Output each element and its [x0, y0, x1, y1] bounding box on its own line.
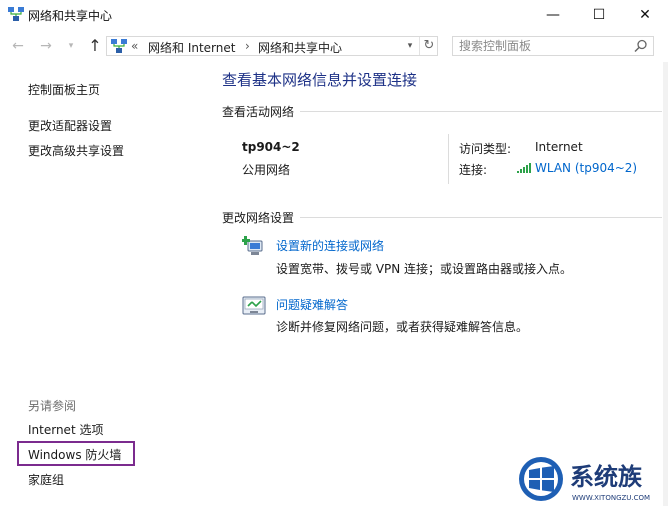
watermark-url: WWW.XITONGZU.COM: [572, 494, 650, 502]
forward-arrow-icon: →: [40, 38, 52, 54]
back-button[interactable]: ←: [9, 38, 27, 54]
sidebar: 控制面板主页 更改适配器设置 更改高级共享设置 另请参阅 Internet 选项…: [0, 62, 210, 506]
minimize-icon: —: [546, 7, 560, 23]
sidebar-link-internet-options[interactable]: Internet 选项: [28, 421, 103, 438]
window-title: 网络和共享中心: [28, 9, 113, 23]
troubleshoot-link[interactable]: 问题疑难解答: [276, 296, 348, 313]
site-watermark: 系统族 WWW.XITONGZU.COM: [516, 452, 668, 506]
connection-link[interactable]: WLAN (tp904~2): [517, 161, 637, 175]
minimize-button[interactable]: —: [530, 0, 576, 30]
recent-locations-button[interactable]: ▾: [62, 38, 80, 54]
navigation-bar: ← → ▾ ↑ « 网络和 Internet › 网络和共享中心 ▾ ↻: [0, 30, 668, 62]
sidebar-link-control-panel-home[interactable]: 控制面板主页: [28, 81, 100, 98]
main-content: 查看基本网络信息并设置连接 查看活动网络 tp904~2 公用网络 访问类型: …: [222, 62, 662, 506]
up-arrow-icon: ↑: [88, 36, 102, 55]
maximize-icon: ☐: [592, 7, 606, 23]
connection-label: 连接:: [459, 163, 488, 177]
change-settings-title: 更改网络设置: [222, 209, 301, 226]
search-input[interactable]: [459, 38, 629, 54]
chevron-down-icon: ▾: [68, 41, 74, 51]
forward-button[interactable]: →: [37, 38, 55, 54]
access-type-value: Internet: [535, 140, 583, 154]
sidebar-link-homegroup[interactable]: 家庭组: [28, 471, 64, 488]
breadcrumb-network-internet[interactable]: 网络和 Internet: [148, 39, 235, 56]
close-icon: ✕: [639, 7, 651, 23]
back-arrow-icon: ←: [12, 38, 24, 54]
setup-new-connection-link[interactable]: 设置新的连接或网络: [276, 237, 384, 254]
title-bar: 网络和共享中心 — ☐ ✕: [0, 0, 668, 30]
close-button[interactable]: ✕: [622, 0, 668, 30]
page-title: 查看基本网络信息并设置连接: [222, 71, 418, 89]
troubleshoot-description: 诊断并修复网络问题，或者获得疑难解答信息。: [276, 320, 529, 334]
wlan-connection-label[interactable]: WLAN (tp904~2): [535, 161, 637, 175]
search-box[interactable]: [452, 36, 654, 56]
vertical-divider: [448, 134, 449, 184]
new-connection-icon[interactable]: [242, 236, 266, 258]
network-center-icon: [111, 39, 127, 53]
network-name: tp904~2: [242, 140, 300, 154]
search-icon[interactable]: [633, 39, 649, 53]
wifi-signal-icon: [517, 163, 531, 173]
sidebar-link-windows-firewall[interactable]: Windows 防火墙: [28, 446, 121, 463]
setup-new-connection-description: 设置宽带、拨号或 VPN 连接；或设置路由器或接入点。: [276, 262, 573, 276]
address-dropdown-icon[interactable]: ▾: [403, 37, 417, 55]
refresh-icon[interactable]: ↻: [419, 37, 438, 55]
watermark-logo: 系统族 WWW.XITONGZU.COM: [519, 457, 650, 502]
scrollbar-track[interactable]: [663, 62, 668, 506]
network-center-app-icon: [8, 7, 24, 21]
access-type-label: 访问类型:: [459, 142, 512, 156]
address-overflow-icon[interactable]: «: [131, 39, 138, 53]
up-button[interactable]: ↑: [86, 38, 104, 54]
sidebar-link-adapter-settings[interactable]: 更改适配器设置: [28, 117, 112, 134]
active-networks-title: 查看活动网络: [222, 103, 301, 120]
breadcrumb-separator-icon: ›: [245, 39, 250, 53]
watermark-brand: 系统族: [570, 463, 643, 491]
sidebar-link-advanced-sharing[interactable]: 更改高级共享设置: [28, 142, 124, 159]
troubleshoot-icon[interactable]: [242, 295, 266, 317]
see-also-heading: 另请参阅: [28, 399, 77, 413]
address-bar[interactable]: « 网络和 Internet › 网络和共享中心 ▾ ↻: [106, 36, 438, 56]
breadcrumb-network-sharing-center[interactable]: 网络和共享中心: [258, 39, 342, 56]
maximize-button[interactable]: ☐: [576, 0, 622, 30]
network-type[interactable]: 公用网络: [242, 161, 290, 178]
